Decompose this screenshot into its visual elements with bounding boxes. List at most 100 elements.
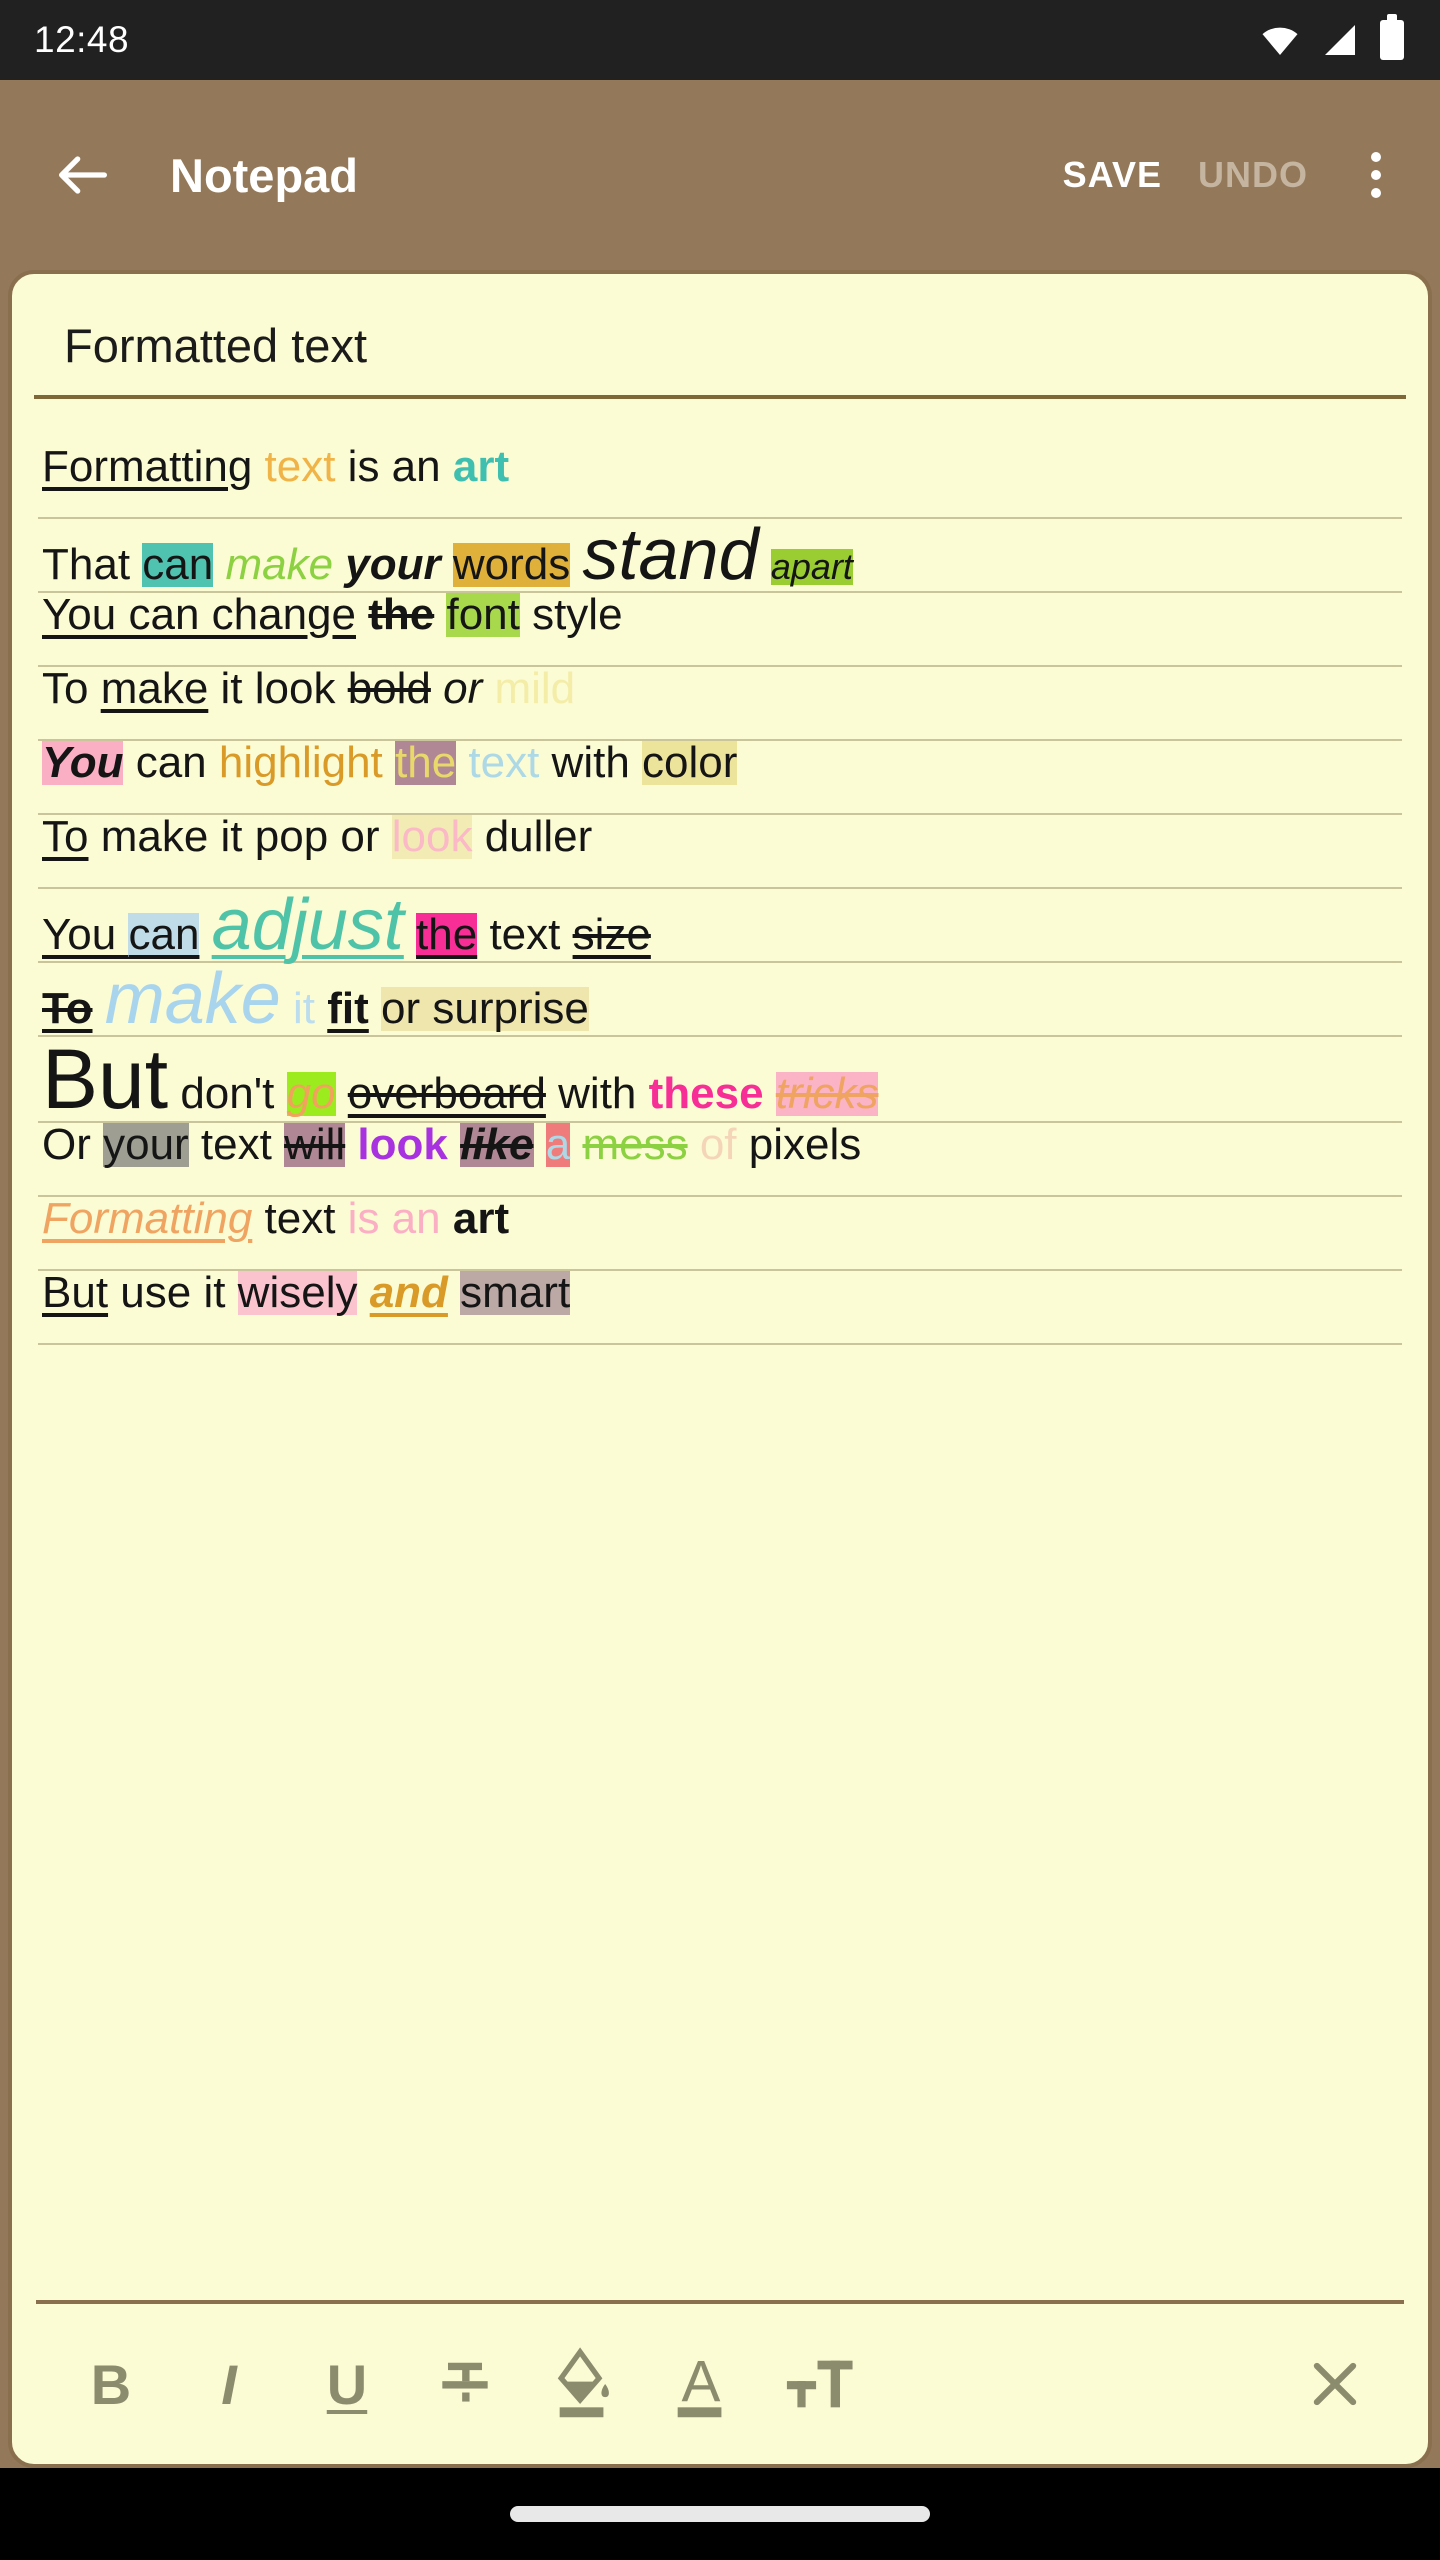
note-text-run xyxy=(434,593,446,637)
note-text-run: text xyxy=(468,738,540,787)
note-line[interactable]: To make it fit or surprise xyxy=(38,963,1402,1037)
status-bar: 12:48 xyxy=(0,0,1440,80)
note-text-run: stand xyxy=(582,515,759,595)
note-line[interactable]: To make it pop or look duller xyxy=(38,815,1402,889)
back-arrow-icon xyxy=(59,156,107,194)
note-text-run xyxy=(456,741,468,785)
note-text-run: make xyxy=(225,540,334,589)
note-text-run: adjust xyxy=(211,885,404,965)
status-icons xyxy=(1260,14,1404,60)
note-text-run xyxy=(383,741,395,785)
screen: 12:48 Notepad SAVE UNDO Formatted text F… xyxy=(0,0,1440,2560)
note-text-run: apart xyxy=(770,546,853,587)
note-line[interactable]: You can change the font style xyxy=(38,593,1402,667)
note-text-run: pixels xyxy=(736,1120,862,1169)
note-text-run: To xyxy=(42,984,93,1033)
note-text-run: a xyxy=(545,1120,571,1169)
note-text-run: go xyxy=(286,1069,336,1118)
note-text-run: the xyxy=(395,738,457,787)
note-text-run: You xyxy=(42,738,124,787)
note-line[interactable]: You can adjust the text size xyxy=(38,889,1402,963)
note-text-run xyxy=(431,667,443,711)
page-title: Notepad xyxy=(170,148,358,202)
back-button[interactable] xyxy=(46,138,120,212)
note-text-run: and xyxy=(369,1268,448,1317)
note-text-run: text xyxy=(188,1120,285,1169)
strikethrough-button[interactable] xyxy=(406,2329,524,2439)
save-button[interactable]: SAVE xyxy=(1045,140,1180,210)
note-card: Formatted text Formatting text is an art… xyxy=(8,270,1432,2468)
note-text-run: it look xyxy=(208,664,348,713)
note-line[interactable]: But don't go overboard with these tricks xyxy=(38,1037,1402,1123)
note-text-run: text xyxy=(264,442,336,491)
note-line[interactable]: Or your text will look like a mess of pi… xyxy=(38,1123,1402,1197)
note-text-run: highlight xyxy=(218,738,383,787)
note-text-run xyxy=(441,543,453,587)
note-text-run xyxy=(281,987,293,1031)
note-text-run xyxy=(570,1123,582,1167)
note-line[interactable]: You can highlight the text with color xyxy=(38,741,1402,815)
home-indicator[interactable] xyxy=(510,2506,930,2522)
note-line[interactable]: To make it look bold or mild xyxy=(38,667,1402,741)
note-text-run: To xyxy=(42,664,101,713)
note-text-run xyxy=(333,543,345,587)
text-color-button[interactable]: A xyxy=(642,2329,760,2439)
note-text-run: can xyxy=(142,540,214,589)
note-text-run xyxy=(688,1123,700,1167)
note-text-run xyxy=(570,543,582,587)
note-text-run: You xyxy=(42,910,129,959)
note-text-run xyxy=(759,543,771,587)
underline-button[interactable]: U xyxy=(288,2329,406,2439)
note-text-run: with xyxy=(545,1069,649,1118)
svg-text:A: A xyxy=(682,2350,721,2415)
note-line[interactable]: That can make your words stand apart xyxy=(38,519,1402,593)
note-line[interactable]: Formatting text is an art xyxy=(38,445,1402,519)
font-size-button[interactable] xyxy=(760,2329,878,2439)
note-text-run xyxy=(213,543,225,587)
note-text-run: will xyxy=(284,1120,346,1169)
note-text-run: words xyxy=(452,540,571,589)
status-clock: 12:48 xyxy=(34,19,130,60)
note-text-run: That xyxy=(42,540,143,589)
italic-button[interactable]: I xyxy=(170,2329,288,2439)
note-text-run xyxy=(448,1271,460,1315)
note-text-run: look xyxy=(391,812,473,861)
note-text-run: Formatting xyxy=(42,1194,253,1243)
bold-button[interactable]: B xyxy=(52,2329,170,2439)
note-text-run: Or xyxy=(42,1120,104,1169)
note-text-run: use it xyxy=(108,1268,238,1317)
highlight-color-button[interactable] xyxy=(524,2329,642,2439)
note-text-run: make xyxy=(104,959,281,1039)
signal-icon xyxy=(1325,25,1355,55)
note-text-run xyxy=(199,913,211,957)
note-text-run: is an xyxy=(347,1194,441,1243)
close-toolbar-button[interactable] xyxy=(1276,2329,1394,2439)
note-text-run xyxy=(336,1072,348,1116)
note-line[interactable]: But use it wisely and smart xyxy=(38,1271,1402,1345)
bold-icon: B xyxy=(90,2352,132,2416)
note-text-run: font xyxy=(446,590,520,639)
format-toolbar: B I U A xyxy=(12,2304,1428,2464)
underline-icon: U xyxy=(326,2352,368,2416)
note-text-run: overboard xyxy=(347,1069,546,1118)
note-text-run: the xyxy=(416,910,478,959)
note-text-run: Formatting xyxy=(42,442,253,491)
note-text-run xyxy=(441,1197,453,1241)
note-text-run: text xyxy=(477,910,573,959)
note-title-input[interactable]: Formatted text xyxy=(34,274,1406,399)
note-body-editor[interactable]: Formatting text is an art That can make y… xyxy=(12,399,1428,2300)
note-text-run xyxy=(357,1271,369,1315)
note-text-run: or surprise xyxy=(381,984,589,1033)
note-text-run xyxy=(345,1123,357,1167)
note-text-run: bold xyxy=(347,664,431,713)
overflow-menu-button[interactable] xyxy=(1340,135,1412,215)
note-text-run: make it pop or xyxy=(88,812,392,861)
note-text-run xyxy=(448,1123,460,1167)
note-text-run: text xyxy=(252,1194,348,1243)
note-line[interactable]: Formatting text is an art xyxy=(38,1197,1402,1271)
note-card-wrapper: Formatted text Formatting text is an art… xyxy=(0,270,1440,2468)
note-text-run: these xyxy=(648,1069,764,1118)
undo-button[interactable]: UNDO xyxy=(1180,140,1326,210)
note-text-run: To xyxy=(42,812,89,861)
text-color-icon: A xyxy=(677,2350,722,2418)
